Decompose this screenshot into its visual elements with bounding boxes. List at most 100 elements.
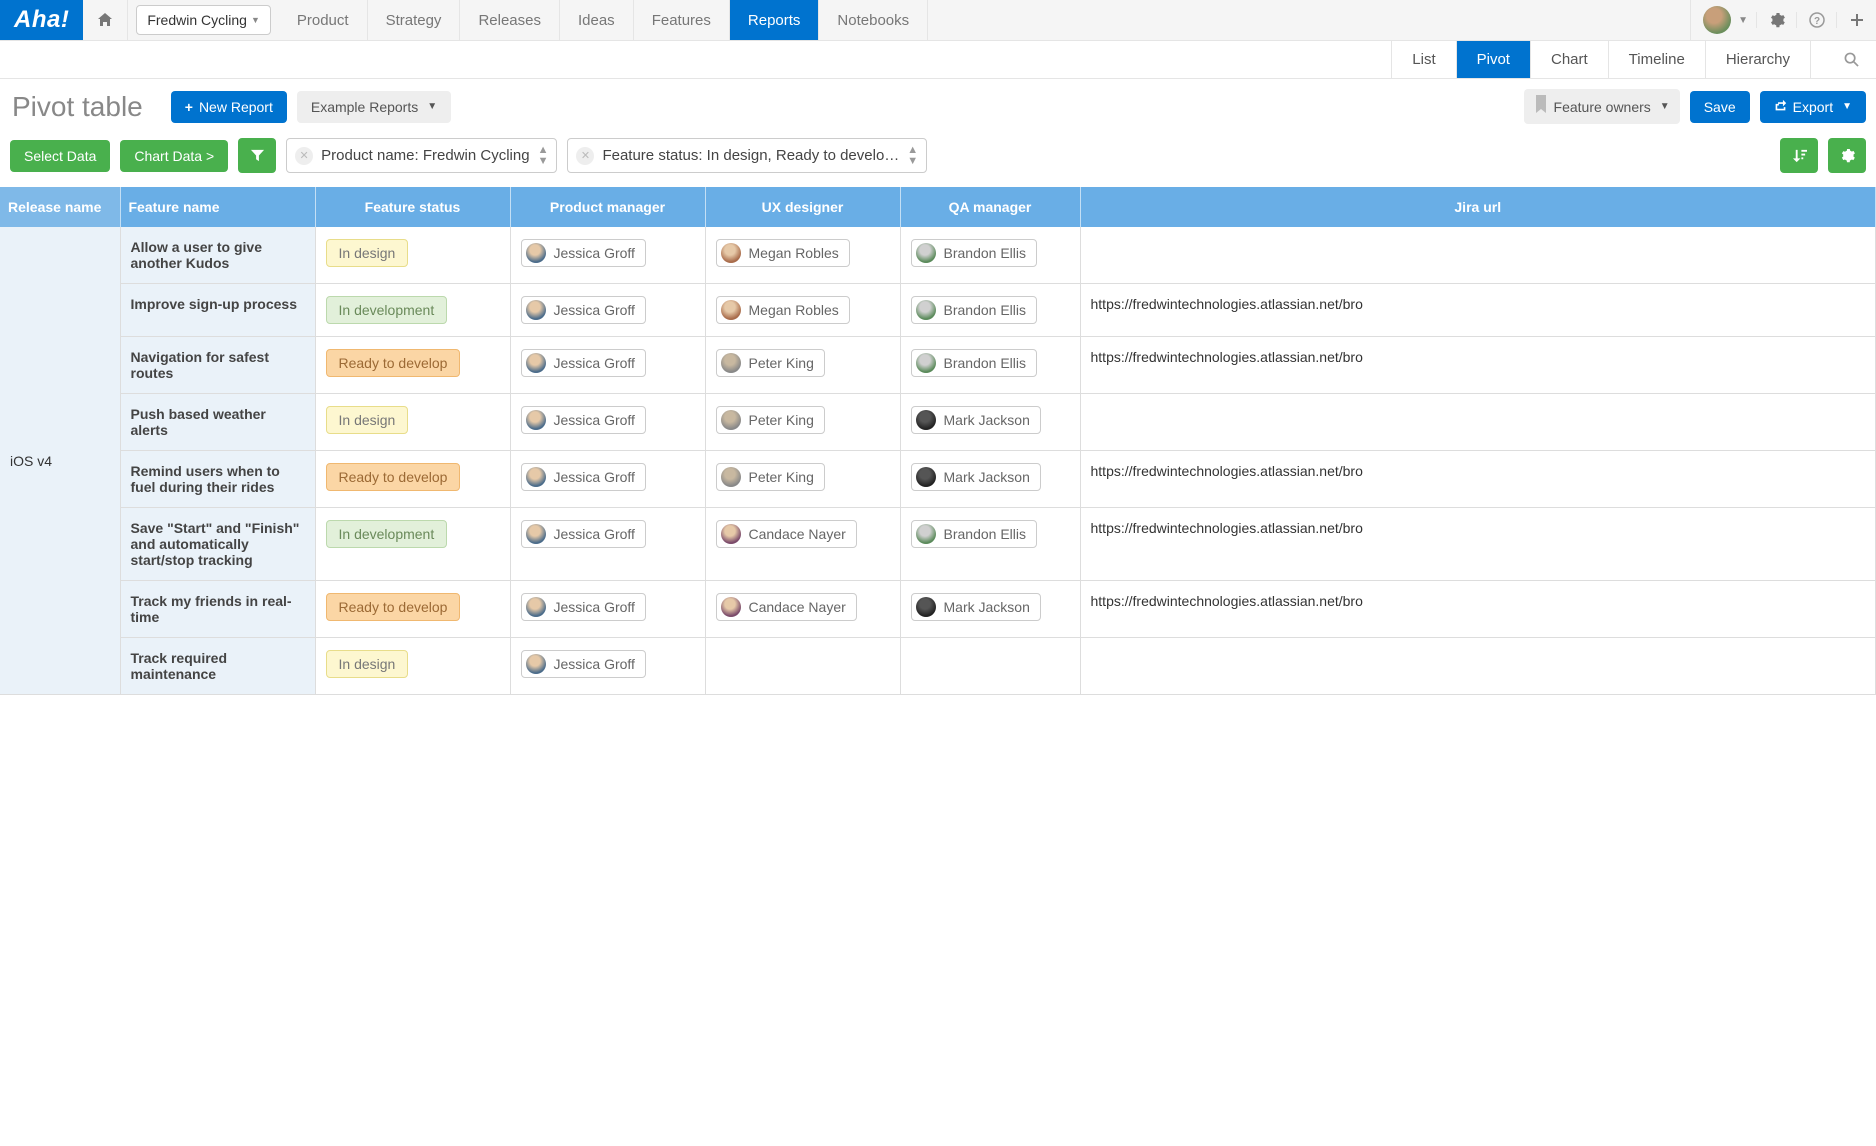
- bookmark-dropdown[interactable]: Feature owners ▼: [1524, 89, 1680, 124]
- sort-arrows-icon: ▲▼: [907, 145, 918, 167]
- person-chip[interactable]: Mark Jackson: [911, 463, 1041, 491]
- column-header[interactable]: Feature status: [315, 187, 510, 227]
- settings-gear-icon[interactable]: [1828, 138, 1866, 173]
- pivot-table: Release nameFeature nameFeature statusPr…: [0, 187, 1876, 695]
- gear-icon[interactable]: [1756, 12, 1796, 28]
- person-chip[interactable]: Megan Robles: [716, 239, 850, 267]
- ux-cell: Candace Nayer: [705, 508, 900, 581]
- person-chip[interactable]: Peter King: [716, 463, 825, 491]
- status-pill[interactable]: Ready to develop: [326, 463, 461, 491]
- person-chip[interactable]: Jessica Groff: [521, 349, 646, 377]
- table-row: Track my friends in real-time Ready to de…: [0, 581, 1876, 638]
- person-chip[interactable]: Jessica Groff: [521, 463, 646, 491]
- person-chip[interactable]: Mark Jackson: [911, 406, 1041, 434]
- person-chip[interactable]: Jessica Groff: [521, 406, 646, 434]
- jira-link[interactable]: https://fredwintechnologies.atlassian.ne…: [1091, 296, 1866, 312]
- table-row: Save "Start" and "Finish" and automatica…: [0, 508, 1876, 581]
- subnav-pivot[interactable]: Pivot: [1456, 41, 1530, 78]
- new-report-button[interactable]: + New Report: [171, 91, 287, 123]
- table-row: Track required maintenance In design Jessi…: [0, 638, 1876, 695]
- filter-chip[interactable]: ✕Feature status: In design, Ready to dev…: [567, 138, 927, 173]
- avatar: [721, 524, 741, 544]
- nav-releases[interactable]: Releases: [460, 0, 560, 40]
- subnav-hierarchy[interactable]: Hierarchy: [1705, 41, 1811, 78]
- nav-features[interactable]: Features: [634, 0, 730, 40]
- feature-name-cell[interactable]: Navigation for safest routes: [120, 337, 315, 394]
- column-header[interactable]: UX designer: [705, 187, 900, 227]
- subnav-timeline[interactable]: Timeline: [1608, 41, 1705, 78]
- person-chip[interactable]: Mark Jackson: [911, 593, 1041, 621]
- feature-name-cell[interactable]: Track required maintenance: [120, 638, 315, 695]
- status-pill[interactable]: In design: [326, 406, 409, 434]
- person-name: Megan Robles: [749, 302, 839, 318]
- nav-strategy[interactable]: Strategy: [368, 0, 461, 40]
- search-icon[interactable]: [1826, 41, 1876, 78]
- person-chip[interactable]: Brandon Ellis: [911, 520, 1038, 548]
- person-chip[interactable]: Jessica Groff: [521, 593, 646, 621]
- column-header[interactable]: QA manager: [900, 187, 1080, 227]
- person-chip[interactable]: Candace Nayer: [716, 520, 857, 548]
- top-nav: Aha! Fredwin Cycling ▼ ProductStrategyRe…: [0, 0, 1876, 41]
- nav-product[interactable]: Product: [279, 0, 368, 40]
- person-chip[interactable]: Jessica Groff: [521, 650, 646, 678]
- person-chip[interactable]: Brandon Ellis: [911, 349, 1038, 377]
- person-chip[interactable]: Jessica Groff: [521, 239, 646, 267]
- person-chip[interactable]: Peter King: [716, 406, 825, 434]
- export-button[interactable]: Export ▼: [1760, 91, 1866, 123]
- status-pill[interactable]: In design: [326, 650, 409, 678]
- example-reports-button[interactable]: Example Reports ▼: [297, 91, 451, 123]
- avatar: [916, 300, 936, 320]
- remove-filter-icon[interactable]: ✕: [295, 147, 313, 165]
- feature-name-cell[interactable]: Push based weather alerts: [120, 394, 315, 451]
- column-header[interactable]: Feature name: [120, 187, 315, 227]
- jira-link[interactable]: https://fredwintechnologies.atlassian.ne…: [1091, 520, 1866, 536]
- logo[interactable]: Aha!: [0, 0, 83, 40]
- nav-notebooks[interactable]: Notebooks: [819, 0, 928, 40]
- product-selector[interactable]: Fredwin Cycling ▼: [136, 5, 271, 35]
- sort-icon[interactable]: [1780, 138, 1818, 173]
- feature-name-cell[interactable]: Allow a user to give another Kudos: [120, 227, 315, 284]
- user-menu[interactable]: ▼: [1690, 0, 1756, 40]
- svg-text:?: ?: [1813, 16, 1819, 27]
- person-chip[interactable]: Jessica Groff: [521, 296, 646, 324]
- save-button[interactable]: Save: [1690, 91, 1750, 123]
- person-chip[interactable]: Brandon Ellis: [911, 239, 1038, 267]
- help-icon[interactable]: ?: [1796, 12, 1836, 28]
- person-chip[interactable]: Brandon Ellis: [911, 296, 1038, 324]
- status-pill[interactable]: Ready to develop: [326, 349, 461, 377]
- home-icon[interactable]: [83, 0, 128, 40]
- person-chip[interactable]: Peter King: [716, 349, 825, 377]
- column-header[interactable]: Product manager: [510, 187, 705, 227]
- status-pill[interactable]: In development: [326, 520, 448, 548]
- subnav-chart[interactable]: Chart: [1530, 41, 1608, 78]
- person-chip[interactable]: Candace Nayer: [716, 593, 857, 621]
- qa-cell: Brandon Ellis: [900, 284, 1080, 337]
- feature-name-cell[interactable]: Remind users when to fuel during their r…: [120, 451, 315, 508]
- person-name: Jessica Groff: [554, 302, 635, 318]
- feature-name-cell[interactable]: Track my friends in real-time: [120, 581, 315, 638]
- status-pill[interactable]: Ready to develop: [326, 593, 461, 621]
- feature-name-cell[interactable]: Improve sign-up process: [120, 284, 315, 337]
- person-chip[interactable]: Jessica Groff: [521, 520, 646, 548]
- filter-chip[interactable]: ✕Product name: Fredwin Cycling▲▼: [286, 138, 557, 173]
- jira-link[interactable]: https://fredwintechnologies.atlassian.ne…: [1091, 593, 1866, 609]
- remove-filter-icon[interactable]: ✕: [576, 147, 594, 165]
- nav-ideas[interactable]: Ideas: [560, 0, 634, 40]
- status-pill[interactable]: In development: [326, 296, 448, 324]
- select-data-button[interactable]: Select Data: [10, 140, 110, 172]
- column-header[interactable]: Jira url: [1080, 187, 1876, 227]
- column-header[interactable]: Release name: [0, 187, 120, 227]
- person-chip[interactable]: Megan Robles: [716, 296, 850, 324]
- nav-reports[interactable]: Reports: [730, 0, 820, 40]
- plus-icon[interactable]: [1836, 12, 1876, 28]
- person-name: Jessica Groff: [554, 469, 635, 485]
- feature-name-cell[interactable]: Save "Start" and "Finish" and automatica…: [120, 508, 315, 581]
- jira-link[interactable]: https://fredwintechnologies.atlassian.ne…: [1091, 463, 1866, 479]
- filter-icon[interactable]: [238, 138, 276, 173]
- status-pill[interactable]: In design: [326, 239, 409, 267]
- ux-cell: Peter King: [705, 451, 900, 508]
- subnav-list[interactable]: List: [1391, 41, 1455, 78]
- chart-data-button[interactable]: Chart Data >: [120, 140, 228, 172]
- person-name: Jessica Groff: [554, 656, 635, 672]
- jira-link[interactable]: https://fredwintechnologies.atlassian.ne…: [1091, 349, 1866, 365]
